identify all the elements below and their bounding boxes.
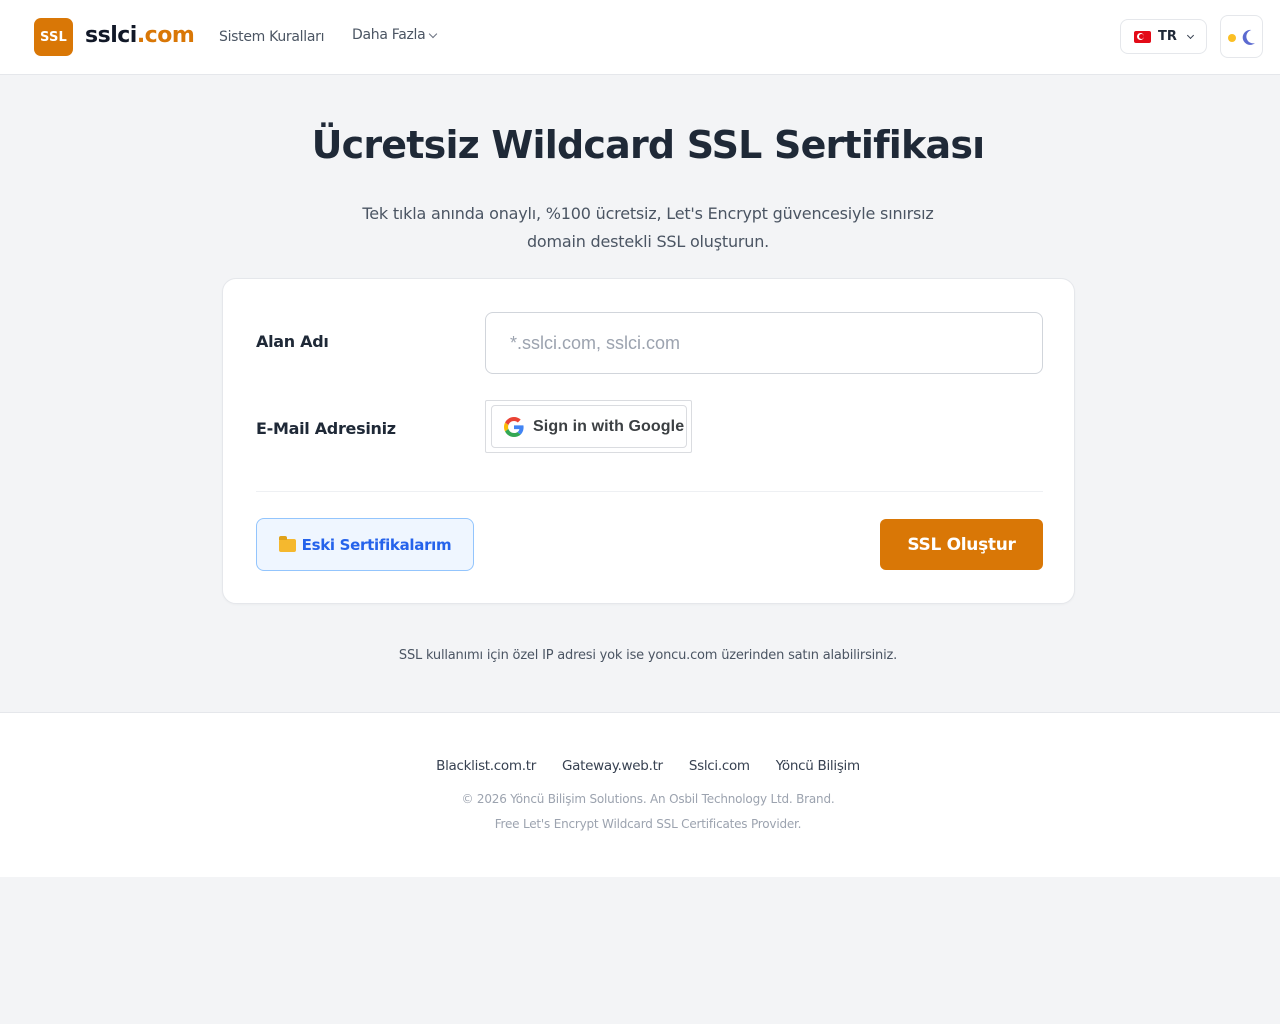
footer-link-sslci[interactable]: Sslci.com (689, 758, 750, 774)
nav-system-rules[interactable]: Sistem Kuralları (219, 29, 324, 45)
page-title: Ücretsiz Wildcard SSL Sertifikası (311, 123, 986, 167)
chevron-down-icon (1186, 31, 1194, 39)
footer-link-yoncu[interactable]: Yöncü Bilişim (776, 758, 860, 774)
google-signin-label: Sign in with Google (533, 417, 685, 435)
domain-input[interactable] (485, 312, 1043, 374)
copyright-text: © 2026 Yöncü Bilişim Solutions. An Osbil… (461, 792, 835, 806)
old-certificates-button[interactable]: Eski Sertifikalarım (256, 518, 474, 571)
logo-icon[interactable]: SSL (34, 18, 73, 56)
site-footer: Blacklist.com.tr Gateway.web.tr Sslci.co… (0, 712, 1280, 877)
google-logo-icon (504, 416, 524, 437)
footer-tagline: Free Let's Encrypt Wildcard SSL Certific… (494, 817, 802, 831)
brand-name[interactable]: sslci.com (85, 23, 195, 48)
language-selector[interactable]: TR (1120, 19, 1207, 54)
nav-more-label: Daha Fazla (352, 27, 426, 43)
ssl-form-card: Alan Adı E-Mail Adresiniz Sign in with G… (222, 278, 1075, 604)
old-certificates-label: Eski Sertifikalarım (301, 535, 452, 554)
email-label: E-Mail Adresiniz (256, 419, 396, 438)
moon-icon (1242, 29, 1256, 45)
brand-main: sslci (85, 23, 137, 48)
create-ssl-button[interactable]: SSL Oluştur (880, 519, 1043, 570)
turkey-flag-icon (1134, 30, 1151, 43)
google-signin-frame: Sign in with Google (485, 400, 692, 453)
brand-tld: .com (136, 23, 195, 48)
chevron-down-icon (429, 29, 438, 38)
language-code: TR (1158, 29, 1177, 44)
footer-links: Blacklist.com.tr Gateway.web.tr Sslci.co… (0, 758, 1280, 774)
domain-label: Alan Adı (256, 332, 329, 351)
folder-icon (278, 535, 296, 552)
site-header: SSL sslci.com Sistem Kuralları Daha Fazl… (0, 0, 1280, 75)
nav-more-dropdown[interactable]: Daha Fazla (352, 27, 438, 43)
google-signin-button[interactable]: Sign in with Google (491, 405, 687, 448)
footer-link-blacklist[interactable]: Blacklist.com.tr (436, 758, 536, 774)
theme-toggle-button[interactable] (1220, 15, 1263, 58)
divider (256, 491, 1043, 492)
ip-notice: SSL kullanımı için özel IP adresi yok is… (398, 648, 898, 663)
footer-link-gateway[interactable]: Gateway.web.tr (562, 758, 663, 774)
page-subtitle: Tek tıkla anında onaylı, %100 ücretsiz, … (362, 204, 934, 251)
sun-icon (1228, 34, 1236, 42)
